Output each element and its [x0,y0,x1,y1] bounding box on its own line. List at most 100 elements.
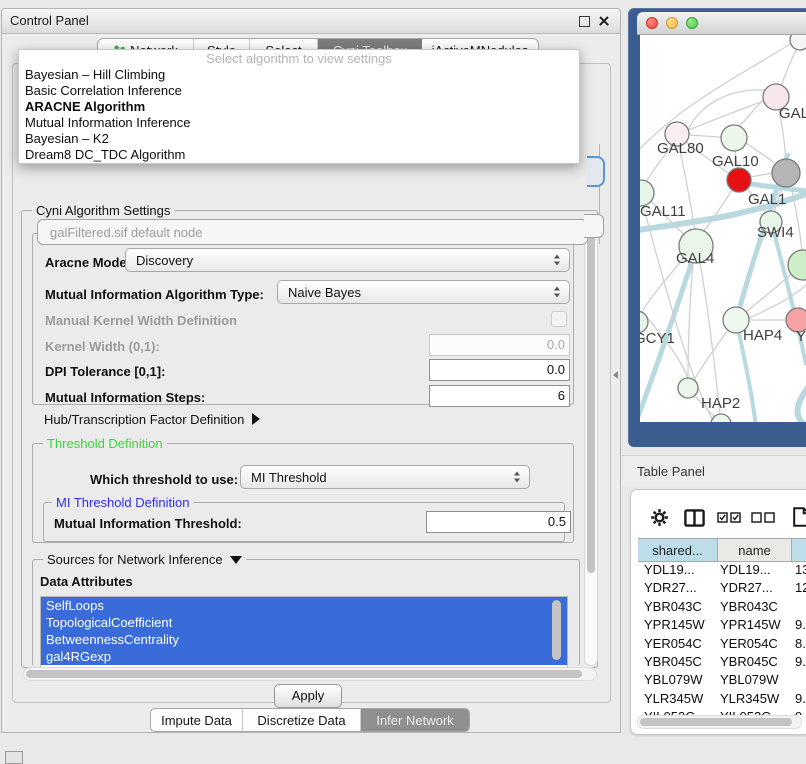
table-row[interactable]: YBR045CYBR045C9. [638,653,806,671]
table-cell: YDR27... [718,579,792,597]
algorithm-option[interactable]: Dream8 DC_TDC Algorithm [19,147,579,163]
apply-button[interactable]: Apply [274,684,342,708]
close-icon[interactable] [598,15,610,27]
table-row[interactable]: YDR27...YDR27...12 [638,579,806,597]
table-row[interactable]: YER054CYER054C8. [638,635,806,653]
aracne-mode-combo[interactable]: Discovery [125,248,570,272]
manual-kernel-checkbox[interactable] [551,311,567,327]
network-window-titlebar[interactable] [637,12,806,35]
table-cell: YDR27... [638,579,718,597]
network-edge-thick[interactable] [798,380,806,422]
select-all-columns-icon[interactable] [717,512,742,523]
algorithm-dropdown-prompt: Select algorithm to view settings [19,50,579,67]
kernel-width-field[interactable]: 0.0 [429,334,570,356]
deselect-all-columns-icon[interactable] [751,512,776,523]
attribute-list-item[interactable]: gal4RGexp [41,648,567,665]
settings-horizontal-scrollbar[interactable] [23,667,597,681]
table-cell: 9. [792,653,806,671]
data-attributes-list[interactable]: SelfLoopsTopologicalCoefficientBetweenne… [40,596,568,668]
network-node-label: GAL11 [640,203,686,220]
network-edge[interactable] [689,135,722,137]
bottom-tab-impute-data[interactable]: Impute Data [151,709,243,731]
algorithm-option[interactable]: Bayesian – K2 [19,131,579,147]
table-cell: YDL19... [638,561,718,579]
algorithm-option[interactable]: Basic Correlation Inference [19,83,579,99]
table-scrollbar-thumb[interactable] [640,718,792,726]
table-row[interactable]: YBR043CYBR043C [638,598,806,616]
attribute-list-item[interactable]: BetweennessCentrality [41,631,567,648]
network-edge[interactable] [688,263,693,377]
gear-icon[interactable] [650,508,669,527]
column-header-2[interactable]: name [718,539,792,561]
mi-steps-field[interactable]: 6 [429,385,570,407]
algorithm-dropdown-list: Bayesian – Hill ClimbingBasic Correlatio… [19,67,579,163]
network-edge[interactable] [746,274,791,312]
cyni-algorithm-settings-label: Cyni Algorithm Settings [32,204,174,218]
network-edge[interactable] [781,47,798,86]
column-header-1[interactable]: shared... [638,539,718,561]
attribute-list-item[interactable]: SelfLoops [41,597,567,614]
algorithm-option[interactable]: Mutual Information Inference [19,115,579,131]
network-edge[interactable] [751,173,773,177]
table-cell: YBR043C [718,598,792,616]
attributes-list-scrollbar[interactable] [552,600,561,660]
network-canvas[interactable]: GALGAL80GAL10GAL1GAL11SWI4GAL4GCY1HAP4YH… [640,35,806,422]
algorithm-option[interactable]: ARACNE Algorithm [19,99,579,115]
table-row[interactable]: YIL052CYIL052C9 [638,708,806,715]
which-threshold-combo[interactable]: MI Threshold [240,465,530,489]
export-table-icon[interactable] [793,507,806,527]
network-edge[interactable] [702,190,732,233]
hub-definition-expander[interactable]: Hub/Transcription Factor Definition [44,411,260,427]
splitter-collapse-icon[interactable] [613,371,618,379]
table-cell: YER054C [718,635,792,653]
table-cell: 9. [792,690,806,708]
table-cell: YIL052C [638,708,718,715]
table-rows: YDL19...YDL19...13YDR27...YDR27...12YBR0… [638,561,806,715]
network-node-label: HAP2 [701,395,740,412]
network-node[interactable] [772,159,800,187]
sources-group-label: Sources for Network Inference [47,553,223,567]
network-node-label: Y [796,328,806,345]
table-row[interactable]: YPR145WYPR145W9. [638,616,806,634]
table-horizontal-scrollbar[interactable] [637,715,802,729]
dpi-tolerance-field[interactable]: 0.0 [429,359,570,381]
settings-vertical-scrollbar[interactable] [584,214,598,666]
attribute-list-item[interactable]: TopologicalCoefficient [41,614,567,631]
split-columns-icon[interactable] [684,509,705,527]
network-edge[interactable] [688,101,764,130]
sources-group: Sources for Network Inference Data Attri… [32,559,580,666]
close-traffic-light-icon[interactable] [646,17,658,29]
data-table-combo[interactable]: galFiltered.sif default node [37,219,588,245]
mi-threshold-group: MI Threshold Definition Mutual Informati… [43,502,565,542]
mi-threshold-field[interactable]: 0.5 [426,511,571,533]
zoom-traffic-light-icon[interactable] [686,17,698,29]
network-node[interactable] [790,35,806,50]
network-edge[interactable] [737,99,764,128]
network-node[interactable] [678,378,698,398]
network-node[interactable] [721,125,747,151]
algorithm-option[interactable]: Bayesian – Hill Climbing [19,67,579,83]
settings-scrollbar-thumb[interactable] [587,217,595,573]
network-node[interactable] [788,250,806,280]
table-cell: YPR145W [718,616,792,634]
control-panel-titlebar[interactable]: Control Panel [2,9,620,34]
bottom-tab-infer-network[interactable]: Infer Network [361,709,469,731]
aracne-mode-value: Discovery [136,253,193,268]
sources-group-label-row[interactable]: Sources for Network Inference [43,553,246,567]
network-node[interactable] [727,168,751,192]
horizontal-scrollbar-thumb[interactable] [26,670,582,678]
table-cell: YBR045C [718,653,792,671]
table-cell: YER054C [638,635,718,653]
table-row[interactable]: YLR345WYLR345W9. [638,690,806,708]
table-row[interactable]: YBL079WYBL079W [638,671,806,689]
mi-type-combo[interactable]: Naive Bayes [277,280,570,304]
float-window-icon[interactable] [579,16,590,27]
table-row[interactable]: YDL19...YDL19...13 [638,561,806,579]
column-header-3[interactable]: A [792,539,806,561]
minimize-traffic-light-icon[interactable] [666,17,678,29]
network-edge[interactable] [700,263,720,415]
table-header-row: shared...nameA [638,538,806,562]
bottom-tab-discretize-data[interactable]: Discretize Data [243,709,361,731]
minimized-panel-icon[interactable] [5,751,23,764]
network-edge[interactable] [645,315,688,379]
